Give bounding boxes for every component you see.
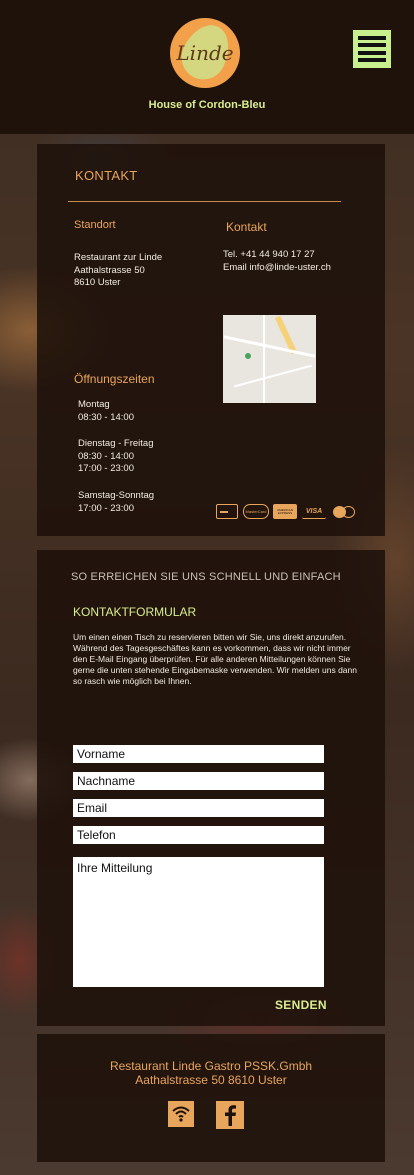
restaurant-name: Restaurant zur Linde xyxy=(74,252,163,263)
wifi-icon[interactable] xyxy=(168,1101,194,1127)
divider xyxy=(68,201,341,202)
logo[interactable]: Linde xyxy=(170,17,240,88)
hours-time: 17:00 - 23:00 xyxy=(78,502,134,514)
footer-street: Aathalstrasse 50 8610 Uster xyxy=(135,1073,287,1087)
kontakt-heading: Kontakt xyxy=(226,220,267,234)
phone-link[interactable]: Tel. +41 44 940 17 27 xyxy=(223,249,331,262)
mastercard-icon: MasterCard xyxy=(243,504,269,519)
message-field[interactable] xyxy=(73,857,324,987)
nachname-field[interactable] xyxy=(73,772,324,790)
footer-address: Restaurant Linde Gastro PSSK.Gmbh Aathal… xyxy=(37,1059,385,1087)
amex-icon: AMERICAN EXPRESS xyxy=(273,504,297,519)
contact-form-card: SO ERREICHEN SIE UNS SCHNELL UND EINFACH… xyxy=(37,550,385,1026)
logo-text: Linde xyxy=(176,41,234,65)
tagline: House of Cordon-Bleu xyxy=(148,99,266,111)
map-road xyxy=(263,315,265,403)
menu-bar xyxy=(358,36,386,40)
footer-card: Restaurant Linde Gastro PSSK.Gmbh Aathal… xyxy=(37,1034,385,1162)
mastercard-label: MasterCard xyxy=(245,509,267,514)
menu-bar xyxy=(358,43,386,48)
standort-heading: Standort xyxy=(74,219,116,231)
site-header: Linde House of Cordon-Bleu xyxy=(0,0,414,134)
section-heading: SO ERREICHEN SIE UNS SCHNELL UND EINFACH xyxy=(71,571,341,583)
hours-time: 17:00 - 23:00 xyxy=(78,463,134,474)
visa-icon: VISA xyxy=(302,504,326,519)
hours-days: Samstag-Sonntag xyxy=(78,490,155,501)
hours-time: 08:30 - 14:00 xyxy=(78,450,134,462)
form-title: KONTAKTFORMULAR xyxy=(73,605,197,619)
card-icon xyxy=(216,504,238,519)
form-intro: Um einen einen Tisch zu reservieren bitt… xyxy=(73,632,357,686)
email-field[interactable] xyxy=(73,799,324,817)
map-pin-icon xyxy=(245,353,251,359)
kontakt-title: KONTAKT xyxy=(75,168,138,183)
amex-label: AMERICAN EXPRESS xyxy=(277,507,293,515)
city: 8610 Uster xyxy=(74,277,121,288)
email-link[interactable]: Email info@linde-uster.ch xyxy=(223,262,331,275)
telefon-field[interactable] xyxy=(73,826,324,844)
hours-time: 08:30 - 14:00 xyxy=(78,411,134,423)
kontakt-card: KONTAKT Standort Restaurant zur Linde Aa… xyxy=(37,144,385,536)
hours-block-3: Samstag-Sonntag 17:00 - 23:00 xyxy=(78,490,154,515)
address-block: Restaurant zur Linde Aathalstrasse 50 86… xyxy=(74,252,162,290)
map-road xyxy=(234,364,312,388)
map-road xyxy=(223,335,316,358)
company-name: Restaurant Linde Gastro PSSK.Gmbh xyxy=(109,1059,313,1073)
vorname-field[interactable] xyxy=(73,745,324,763)
facebook-icon[interactable] xyxy=(216,1101,244,1129)
hours-days: Dienstag - Freitag xyxy=(78,438,154,449)
street: Aathalstrasse 50 xyxy=(74,264,145,276)
hamburger-menu-button[interactable] xyxy=(353,30,391,68)
hours-heading: Öffnungszeiten xyxy=(74,372,155,386)
hours-days: Montag xyxy=(78,399,110,410)
send-button[interactable]: SENDEN xyxy=(275,998,327,1012)
menu-bar xyxy=(358,57,386,62)
visa-label: VISA xyxy=(305,507,323,515)
contact-block: Tel. +41 44 940 17 27 Email info@linde-u… xyxy=(223,249,331,274)
location-map[interactable] xyxy=(223,315,316,403)
hours-block-2: Dienstag - Freitag 08:30 - 14:00 17:00 -… xyxy=(78,438,154,476)
hours-block-1: Montag 08:30 - 14:00 xyxy=(78,399,134,424)
menu-bar xyxy=(358,50,386,55)
maestro-icon xyxy=(333,506,357,518)
